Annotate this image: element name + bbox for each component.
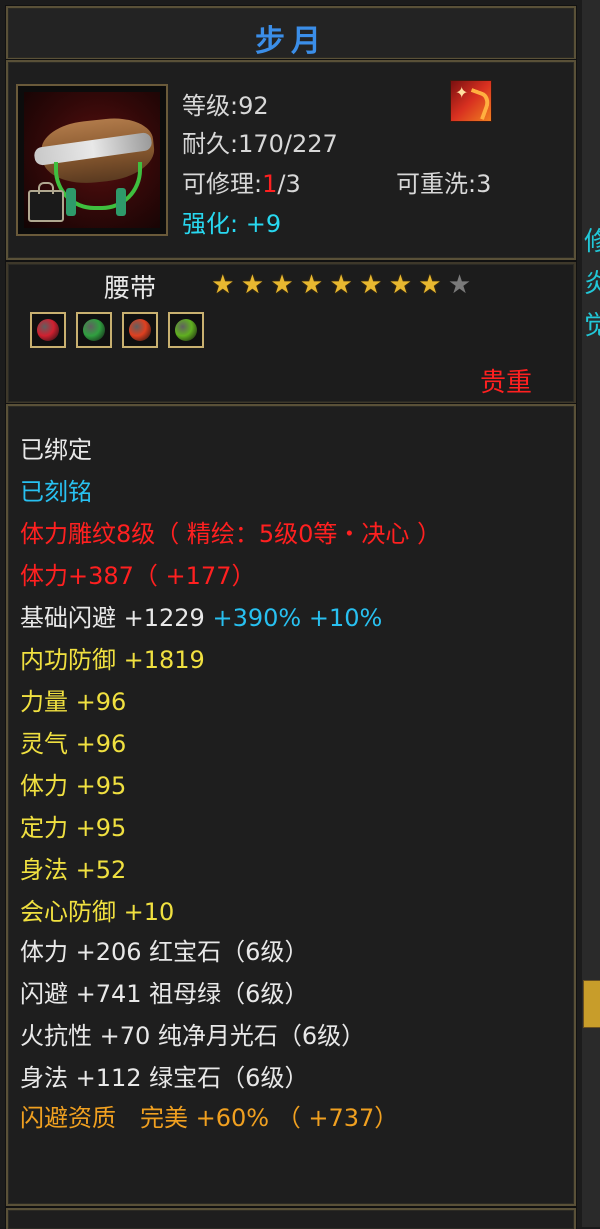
- star-rating: ★ ★ ★ ★ ★ ★ ★ ★ ★: [208, 270, 474, 300]
- item-enhance: 强化: +9: [182, 210, 282, 238]
- item-name: 步月: [255, 24, 327, 59]
- dodge-base-stat: 基础闪避 +1229 +390% +10%: [20, 604, 383, 632]
- item-level: 等级:92: [182, 92, 269, 120]
- gem-fire-resist-stat: 火抗性 +70 纯净月光石（6级）: [20, 1022, 366, 1050]
- fire-gem-icon: [122, 312, 158, 348]
- stamina-main-stat: 体力+387（ +177）: [20, 562, 256, 590]
- gem-stamina-stat: 体力 +206 红宝石（6级）: [20, 938, 309, 966]
- inner-defense-stat: 内功防御 +1819: [20, 646, 205, 674]
- star-filled-icon: ★: [359, 270, 383, 300]
- belt-item-icon: [16, 84, 168, 236]
- gem-agility-stat: 身法 +112 绿宝石（6级）: [20, 1064, 309, 1092]
- background-text-fragment: 修: [584, 227, 600, 257]
- bound-lock-icon: [28, 182, 64, 222]
- moon-gem-icon: [168, 312, 204, 348]
- star-filled-icon: ★: [329, 270, 353, 300]
- bound-status: 已绑定: [20, 436, 92, 464]
- background-button-fragment: [583, 980, 600, 1028]
- strength-stat: 力量 +96: [20, 688, 127, 716]
- background-text-fragment: 炎: [584, 269, 600, 299]
- bottom-panel: [5, 1207, 577, 1229]
- socket-gems: [30, 312, 214, 348]
- green-gem-icon: [76, 312, 112, 348]
- star-filled-icon: ★: [240, 270, 265, 300]
- crit-defense-stat: 会心防御 +10: [20, 898, 175, 926]
- star-empty-icon: ★: [447, 270, 472, 300]
- item-durability: 耐久:170/227: [182, 130, 338, 158]
- class-flame-icon: [450, 80, 492, 122]
- item-type: 腰带: [104, 274, 157, 304]
- star-filled-icon: ★: [270, 270, 294, 300]
- star-filled-icon: ★: [211, 270, 235, 300]
- stamina-stat: 体力 +95: [20, 772, 127, 800]
- carving-stat: 体力雕纹8级（ 精绘：5级0等・决心 ）: [20, 520, 442, 548]
- dodge-quality-stat: 闪避资质 完美 +60% （ +737）: [20, 1104, 399, 1132]
- item-reroll: 可重洗:3: [396, 170, 492, 198]
- engraved-status: 已刻铭: [20, 478, 92, 506]
- gem-dodge-stat: 闪避 +741 祖母绿（6级）: [20, 980, 309, 1008]
- agility-stat: 身法 +52: [20, 856, 127, 884]
- star-filled-icon: ★: [388, 270, 413, 300]
- spirit-stat: 灵气 +96: [20, 730, 127, 758]
- rarity-label: 贵重: [480, 368, 533, 398]
- red-gem-icon: [30, 312, 66, 348]
- title-bar: 步月: [5, 5, 577, 61]
- focus-stat: 定力 +95: [20, 814, 127, 842]
- star-filled-icon: ★: [418, 270, 442, 300]
- background-text-fragment: 觉: [584, 311, 600, 341]
- item-repair: 可修理:1/3: [182, 170, 301, 198]
- star-filled-icon: ★: [299, 270, 324, 300]
- background-window-edge: [582, 0, 600, 1227]
